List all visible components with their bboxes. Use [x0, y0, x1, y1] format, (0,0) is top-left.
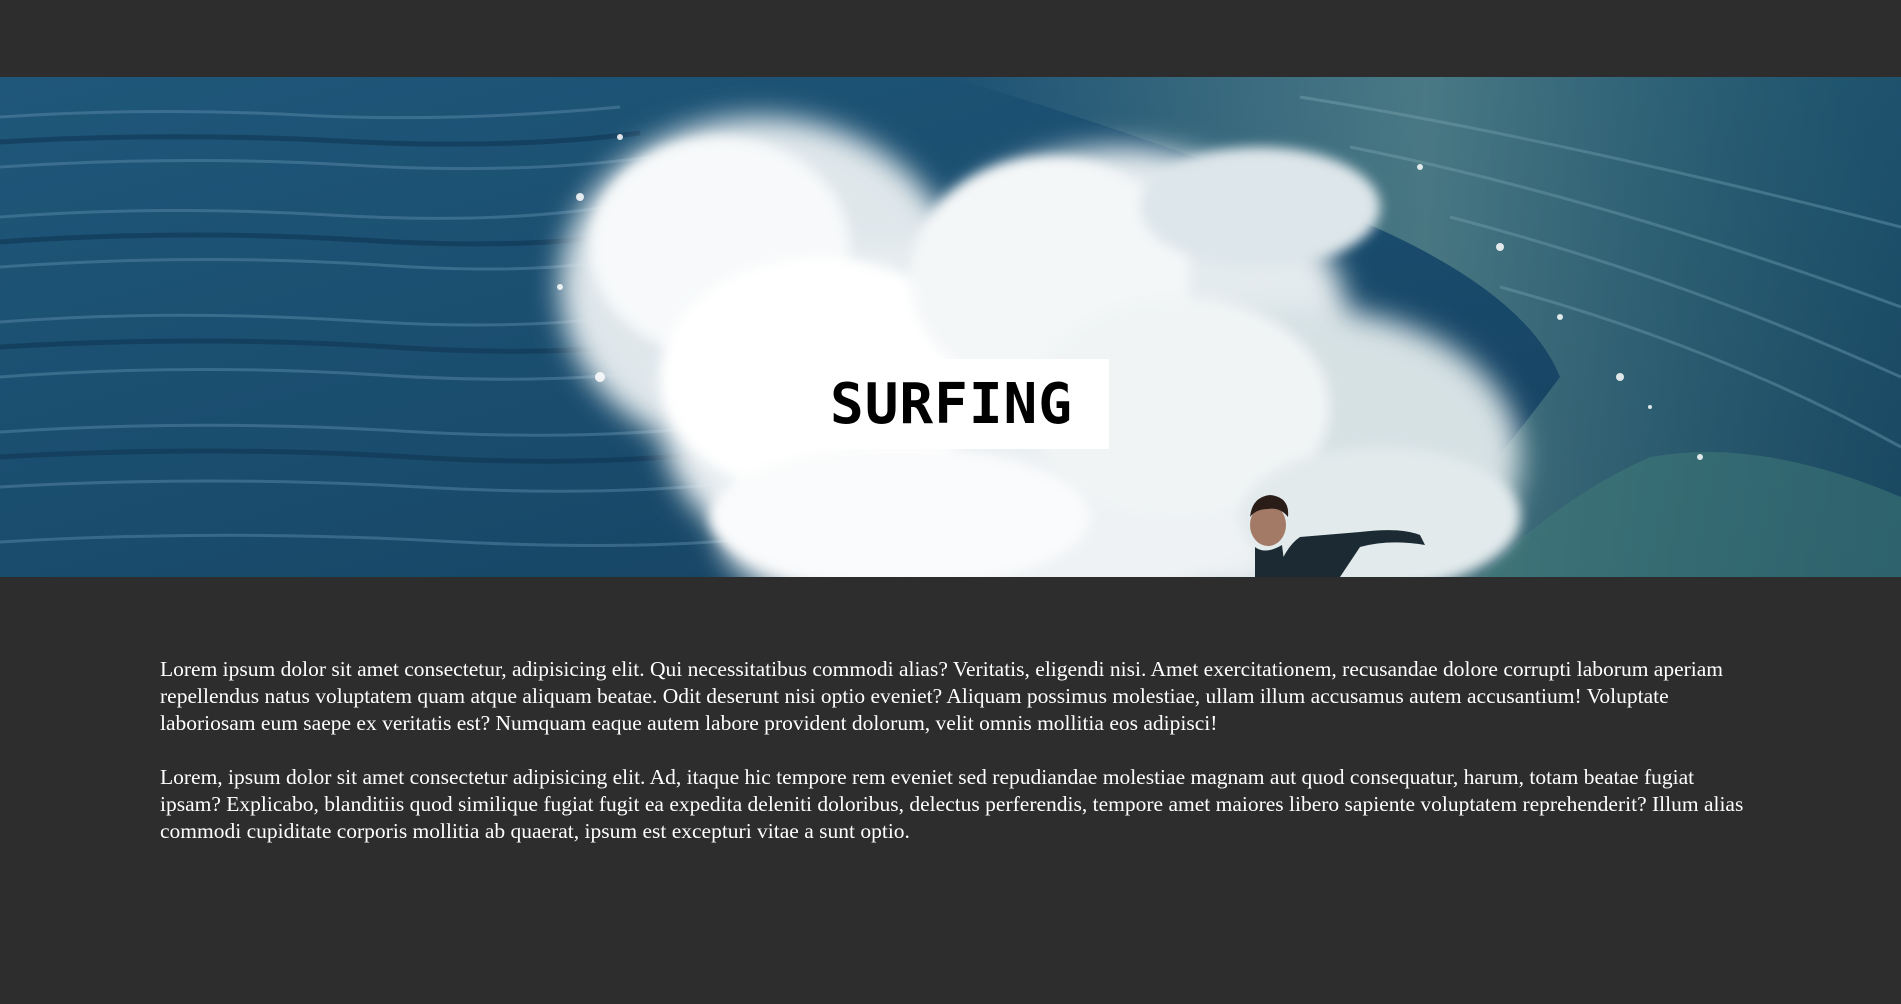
hero-title: SURFING	[829, 372, 1073, 437]
content-paragraph-2: Lorem, ipsum dolor sit amet consectetur …	[160, 765, 1744, 843]
hero-title-box: SURFING	[794, 359, 1109, 449]
content-paragraph-1: Lorem ipsum dolor sit amet consectetur, …	[160, 657, 1724, 735]
hero-banner: SURFING	[0, 77, 1901, 577]
hero-image	[0, 77, 1901, 577]
content-section: Lorem ipsum dolor sit amet consectetur, …	[160, 656, 1750, 872]
